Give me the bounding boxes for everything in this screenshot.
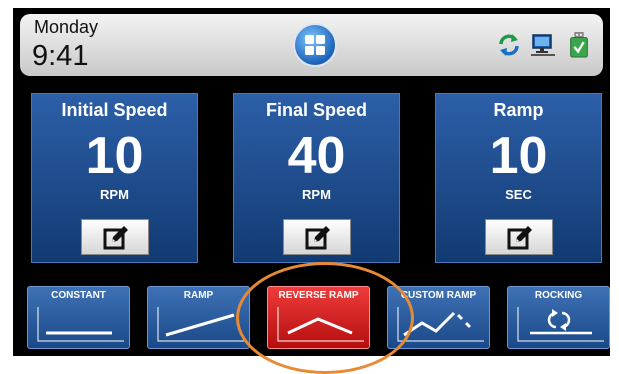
rocking-profile-icon bbox=[517, 307, 604, 342]
panel-title: Initial Speed bbox=[61, 100, 168, 120]
network-computer-icon[interactable] bbox=[530, 32, 556, 58]
mode-label: RAMP bbox=[183, 290, 214, 301]
custom-ramp-profile-icon bbox=[397, 307, 484, 342]
reverse-ramp-profile-icon bbox=[277, 307, 364, 342]
panel-unit: RPM bbox=[100, 187, 129, 202]
panel-value: 10 bbox=[85, 127, 144, 185]
panel-value: 10 bbox=[489, 127, 548, 185]
mode-label: CONSTANT bbox=[51, 290, 106, 301]
day-label: Monday bbox=[34, 17, 99, 37]
mode-label: ROCKING bbox=[534, 290, 583, 301]
status-bar: Monday 9:41 bbox=[20, 14, 603, 76]
mode-ramp-button[interactable]: RAMP bbox=[147, 286, 250, 349]
edit-icon bbox=[103, 226, 128, 250]
panel-value: 40 bbox=[287, 127, 346, 185]
panel-title: Final Speed bbox=[265, 100, 368, 120]
mode-constant-button[interactable]: CONSTANT bbox=[27, 286, 130, 349]
constant-profile-icon bbox=[37, 307, 124, 342]
device-screen: Monday 9:41 Initial Speed 10 RPM Final S… bbox=[13, 8, 610, 356]
mode-reverse-ramp-button[interactable]: REVERSE RAMP bbox=[267, 286, 370, 349]
edit-initial-speed-button[interactable] bbox=[81, 219, 149, 255]
usb-drive-icon[interactable] bbox=[568, 32, 590, 58]
panel-title: Ramp bbox=[493, 100, 544, 120]
edit-icon bbox=[305, 226, 330, 250]
windows-home-icon bbox=[305, 35, 325, 55]
home-button[interactable] bbox=[293, 23, 337, 67]
mode-rocking-button[interactable]: ROCKING bbox=[507, 286, 610, 349]
initial-speed-panel: Initial Speed 10 RPM bbox=[31, 93, 198, 263]
sync-icon[interactable] bbox=[496, 32, 522, 58]
edit-ramp-button[interactable] bbox=[485, 219, 553, 255]
final-speed-panel: Final Speed 40 RPM bbox=[233, 93, 400, 263]
mode-custom-ramp-button[interactable]: CUSTOM RAMP bbox=[387, 286, 490, 349]
clock: 9:41 bbox=[32, 40, 89, 72]
mode-label: REVERSE RAMP bbox=[278, 290, 359, 301]
ramp-profile-icon bbox=[157, 307, 244, 342]
panel-unit: SEC bbox=[505, 187, 532, 202]
edit-icon bbox=[507, 226, 532, 250]
ramp-time-panel: Ramp 10 SEC bbox=[435, 93, 602, 263]
edit-final-speed-button[interactable] bbox=[283, 219, 351, 255]
panel-unit: RPM bbox=[302, 187, 331, 202]
mode-label: CUSTOM RAMP bbox=[400, 290, 477, 301]
